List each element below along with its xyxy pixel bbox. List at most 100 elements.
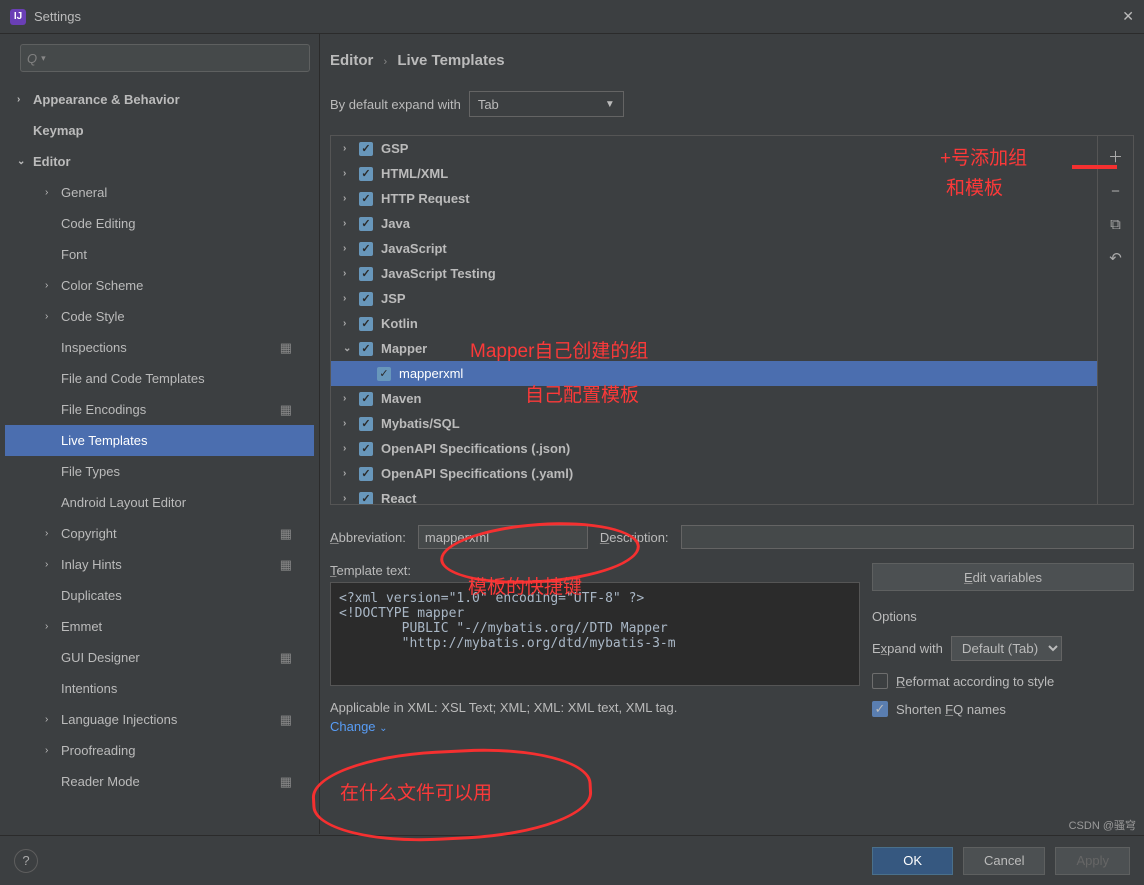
- sidebar-item-gui-designer[interactable]: GUI Designer▦: [5, 642, 314, 673]
- tree-label: General: [61, 185, 107, 200]
- revert-icon[interactable]: ↶: [1109, 249, 1122, 267]
- close-icon[interactable]: ✕: [1122, 8, 1134, 25]
- gear-icon: ▦: [280, 650, 292, 666]
- checkbox-icon[interactable]: ✓: [359, 267, 373, 281]
- sidebar-item-file-types[interactable]: File Types: [5, 456, 314, 487]
- arrow-icon: ›: [343, 443, 359, 454]
- remove-icon[interactable]: −: [1111, 183, 1120, 200]
- sidebar-item-code-style[interactable]: ›Code Style: [5, 301, 314, 332]
- sidebar-item-duplicates[interactable]: Duplicates: [5, 580, 314, 611]
- template-item-javascript[interactable]: ›✓JavaScript: [331, 236, 1097, 261]
- arrow-icon: ›: [45, 187, 61, 198]
- tree-label: Language Injections: [61, 712, 177, 727]
- checkbox-icon[interactable]: ✓: [359, 167, 373, 181]
- sidebar-item-language-injections[interactable]: ›Language Injections▦: [5, 704, 314, 735]
- template-item-openapi-specifications-json-[interactable]: ›✓OpenAPI Specifications (.json): [331, 436, 1097, 461]
- template-item-mybatis-sql[interactable]: ›✓Mybatis/SQL: [331, 411, 1097, 436]
- ok-button[interactable]: OK: [872, 847, 953, 875]
- checkbox-icon[interactable]: ✓: [359, 192, 373, 206]
- gear-icon: ▦: [280, 340, 292, 356]
- sidebar-item-inlay-hints[interactable]: ›Inlay Hints▦: [5, 549, 314, 580]
- sidebar-item-keymap[interactable]: Keymap: [5, 115, 314, 146]
- breadcrumb-editor[interactable]: Editor: [330, 52, 373, 69]
- sidebar-item-file-encodings[interactable]: File Encodings▦: [5, 394, 314, 425]
- sidebar-item-editor[interactable]: ⌄Editor: [5, 146, 314, 177]
- description-input[interactable]: [681, 525, 1134, 549]
- checkbox-icon[interactable]: ✓: [359, 242, 373, 256]
- add-icon[interactable]: ＋: [1108, 146, 1123, 167]
- tree-label: Reader Mode: [61, 774, 140, 789]
- copy-icon[interactable]: ⧉: [1110, 216, 1121, 233]
- chevron-down-icon: ▼: [605, 99, 615, 110]
- arrow-icon: ›: [45, 559, 61, 570]
- help-button[interactable]: ?: [14, 849, 38, 873]
- checkbox-icon[interactable]: ✓: [359, 442, 373, 456]
- checkbox-icon[interactable]: ✓: [359, 492, 373, 506]
- arrow-icon: ›: [343, 418, 359, 429]
- sidebar-item-android-layout-editor[interactable]: Android Layout Editor: [5, 487, 314, 518]
- checkbox-icon[interactable]: ✓: [359, 142, 373, 156]
- template-item-kotlin[interactable]: ›✓Kotlin: [331, 311, 1097, 336]
- change-link[interactable]: Change ⌄: [330, 719, 388, 734]
- checkbox-icon[interactable]: ✓: [359, 292, 373, 306]
- template-item-javascript-testing[interactable]: ›✓JavaScript Testing: [331, 261, 1097, 286]
- template-label: HTML/XML: [381, 166, 448, 181]
- apply-button[interactable]: Apply: [1055, 847, 1130, 875]
- expand-select[interactable]: Tab ▼: [469, 91, 624, 117]
- tree-label: File Encodings: [61, 402, 146, 417]
- tree-label: Font: [61, 247, 87, 262]
- checkbox-icon[interactable]: ✓: [359, 342, 373, 356]
- arrow-icon: ›: [343, 243, 359, 254]
- template-item-mapper[interactable]: ⌄✓Mapper: [331, 336, 1097, 361]
- template-text-label: Template text:: [330, 563, 411, 578]
- checkbox-icon[interactable]: ✓: [359, 392, 373, 406]
- sidebar-item-reader-mode[interactable]: Reader Mode▦: [5, 766, 314, 797]
- sidebar-item-emmet[interactable]: ›Emmet: [5, 611, 314, 642]
- settings-sidebar: Q ▾ ›Appearance & BehaviorKeymap⌄Editor›…: [0, 34, 320, 834]
- sidebar-item-appearance-behavior[interactable]: ›Appearance & Behavior: [5, 84, 314, 115]
- sidebar-item-inspections[interactable]: Inspections▦: [5, 332, 314, 363]
- cancel-button[interactable]: Cancel: [963, 847, 1045, 875]
- reformat-checkbox[interactable]: [872, 673, 888, 689]
- sidebar-item-live-templates[interactable]: Live Templates: [5, 425, 314, 456]
- template-item-maven[interactable]: ›✓Maven: [331, 386, 1097, 411]
- template-item-http-request[interactable]: ›✓HTTP Request: [331, 186, 1097, 211]
- default-expand-row: By default expand with Tab ▼: [320, 91, 1144, 117]
- template-item-java[interactable]: ›✓Java: [331, 211, 1097, 236]
- checkbox-icon[interactable]: ✓: [359, 317, 373, 331]
- checkbox-icon[interactable]: ✓: [377, 367, 391, 381]
- templates-list[interactable]: ›✓GSP›✓HTML/XML›✓HTTP Request›✓Java›✓Jav…: [330, 135, 1098, 505]
- settings-content: Editor › Live Templates By default expan…: [320, 34, 1144, 834]
- arrow-icon: ›: [45, 621, 61, 632]
- template-label: React: [381, 491, 416, 505]
- shorten-checkbox[interactable]: ✓: [872, 701, 888, 717]
- template-item-react[interactable]: ›✓React: [331, 486, 1097, 505]
- checkbox-icon[interactable]: ✓: [359, 467, 373, 481]
- template-item-mapperxml[interactable]: ✓mapperxml: [331, 361, 1097, 386]
- sidebar-item-proofreading[interactable]: ›Proofreading: [5, 735, 314, 766]
- abbreviation-input[interactable]: [418, 525, 588, 549]
- sidebar-item-file-and-code-templates[interactable]: File and Code Templates: [5, 363, 314, 394]
- arrow-icon: ›: [343, 318, 359, 329]
- edit-variables-button[interactable]: Edit variables: [872, 563, 1134, 591]
- template-actions: ＋ − ⧉ ↶: [1098, 135, 1134, 505]
- sidebar-item-general[interactable]: ›General: [5, 177, 314, 208]
- sidebar-item-font[interactable]: Font: [5, 239, 314, 270]
- checkbox-icon[interactable]: ✓: [359, 417, 373, 431]
- template-text-input[interactable]: <?xml version="1.0" encoding="UTF-8" ?> …: [330, 582, 860, 686]
- sidebar-item-copyright[interactable]: ›Copyright▦: [5, 518, 314, 549]
- template-item-gsp[interactable]: ›✓GSP: [331, 136, 1097, 161]
- sidebar-item-color-scheme[interactable]: ›Color Scheme: [5, 270, 314, 301]
- checkbox-icon[interactable]: ✓: [359, 217, 373, 231]
- expand-with-select[interactable]: Default (Tab): [951, 636, 1062, 661]
- template-item-html-xml[interactable]: ›✓HTML/XML: [331, 161, 1097, 186]
- breadcrumb-live-templates: Live Templates: [397, 52, 504, 69]
- sidebar-item-code-editing[interactable]: Code Editing: [5, 208, 314, 239]
- search-placeholder: Q: [27, 51, 37, 66]
- tree-label: Proofreading: [61, 743, 135, 758]
- search-input[interactable]: Q ▾: [20, 44, 310, 72]
- arrow-icon: ›: [45, 745, 61, 756]
- template-item-openapi-specifications-yaml-[interactable]: ›✓OpenAPI Specifications (.yaml): [331, 461, 1097, 486]
- template-item-jsp[interactable]: ›✓JSP: [331, 286, 1097, 311]
- sidebar-item-intentions[interactable]: Intentions: [5, 673, 314, 704]
